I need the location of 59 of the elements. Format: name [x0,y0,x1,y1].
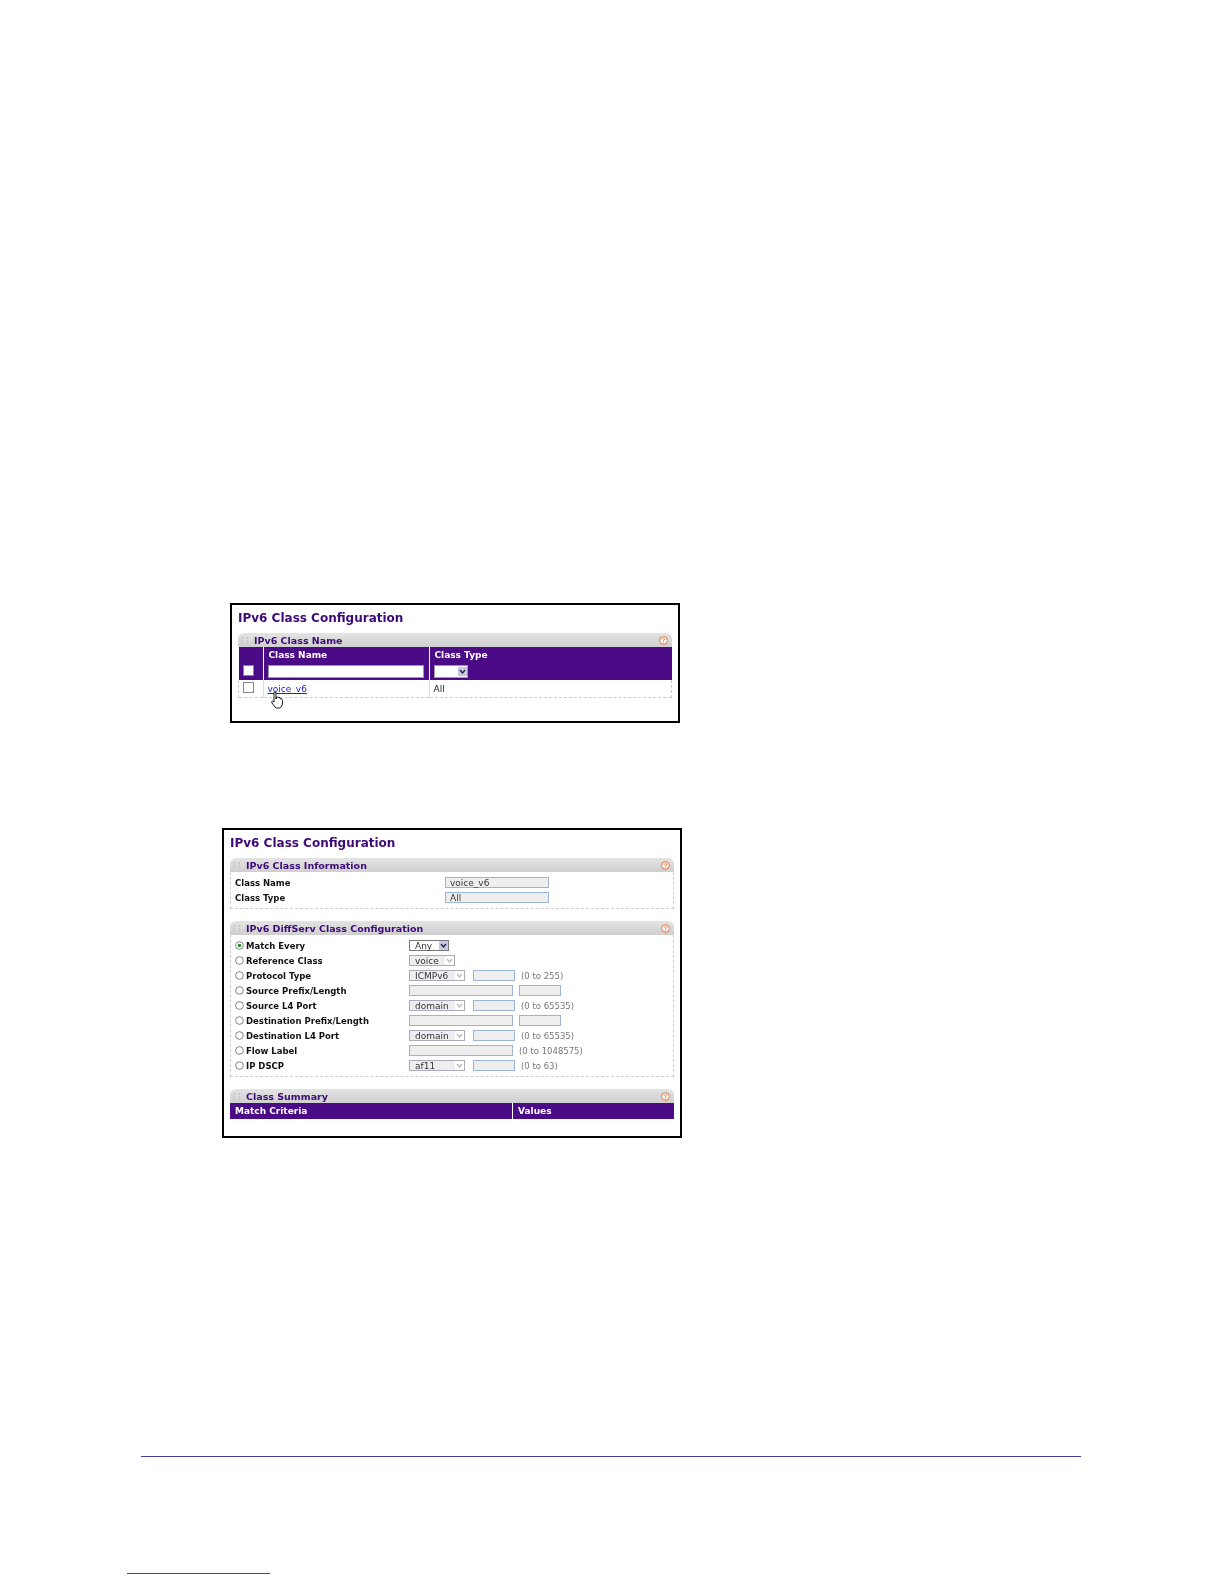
column-header: Class Name [263,647,429,663]
input-field[interactable] [473,1000,515,1011]
range-hint: (0 to 65535) [521,1030,575,1041]
dropdown-arrow-icon [455,971,464,980]
radio-button[interactable] [235,1016,244,1025]
dropdown-arrow-icon [455,1061,464,1070]
input-field[interactable] [473,1060,515,1071]
range-hint: (0 to 255) [521,970,564,981]
input-field[interactable] [267,665,424,678]
column-header: Class Type [429,647,672,663]
option-label: Destination L4 Port [246,1030,341,1041]
radio-button[interactable] [235,986,244,995]
option-label: Destination Prefix/Length [246,1015,370,1026]
input-field[interactable] [473,970,515,981]
class-name-link[interactable]: voice_v6 [267,683,307,694]
radio-button[interactable] [235,1046,244,1055]
help-icon[interactable] [661,860,670,870]
page-title: IPv6 Class Configuration [230,836,397,850]
input-field[interactable] [519,1015,561,1026]
help-icon[interactable] [661,923,670,933]
dropdown[interactable] [433,665,468,678]
input-field[interactable] [473,1030,515,1041]
table-cell: All [429,680,672,698]
option-label: Protocol Type [246,970,313,981]
option-label: Flow Label [246,1045,299,1056]
dropdown[interactable]: Any [409,940,449,951]
radio-button[interactable] [235,941,244,950]
field-label: Class Type [235,892,287,903]
option-label: Match Every [246,940,307,951]
dropdown-arrow-icon [439,941,448,950]
column-header: Match Criteria [230,1103,513,1119]
range-hint: (0 to 63) [521,1060,558,1071]
dropdown-arrow-icon [455,1001,464,1010]
range-hint: (0 to 65535) [521,1000,575,1011]
checkbox[interactable] [243,682,254,693]
option-label: Reference Class [246,955,324,966]
option-label: Source L4 Port [246,1000,318,1011]
option-label: IP DSCP [246,1060,285,1071]
input-field[interactable] [409,1015,513,1026]
help-icon[interactable] [659,635,668,645]
panel-title: IPv6 Class Name [254,634,344,646]
dropdown-arrow-icon [445,956,454,965]
page-title: IPv6 Class Configuration [238,611,405,625]
input-field[interactable] [519,985,561,996]
checkbox[interactable] [242,665,254,676]
panel-title: Class Summary [246,1090,329,1102]
input-field: All [445,892,549,903]
help-icon[interactable] [661,1091,670,1101]
panel-title: IPv6 Class Information [246,859,368,871]
option-label: Source Prefix/Length [246,985,348,996]
input-field: voice_v6 [445,877,549,888]
field-label: Class Name [235,877,292,888]
input-field[interactable] [409,1045,513,1056]
input-field[interactable] [409,985,513,996]
dropdown-arrow-icon [457,667,467,676]
dropdown-arrow-icon [455,1031,464,1040]
panel-title: IPv6 DiffServ Class Configuration [246,922,425,934]
range-hint: (0 to 1048575) [519,1045,583,1056]
column-header: Values [512,1103,674,1119]
